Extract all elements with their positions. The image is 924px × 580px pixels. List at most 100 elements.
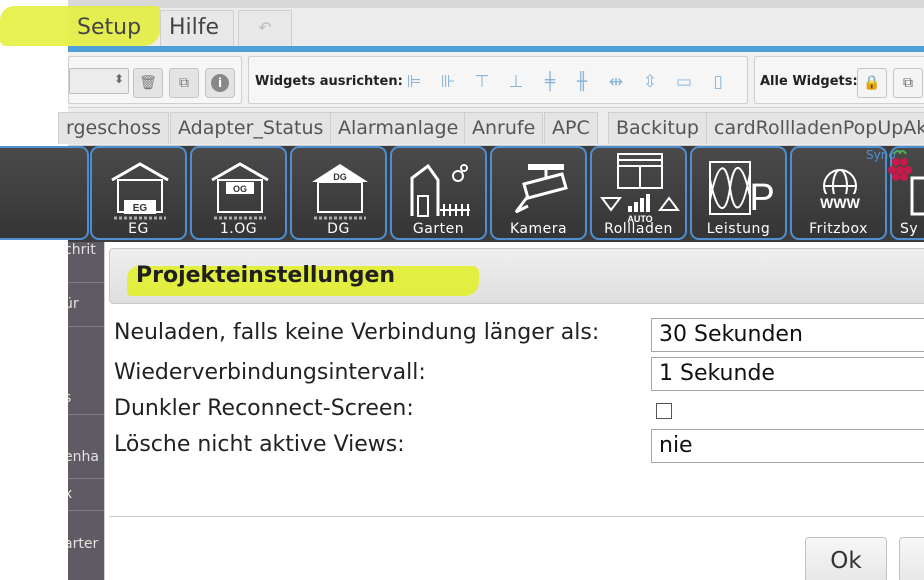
same-height-icon[interactable]: ▯ <box>707 71 729 93</box>
tile-label: EG <box>128 221 149 237</box>
toolbar-group-views: ⬍ 🗑 ⧉ i <box>68 56 242 104</box>
delete-views-select[interactable]: nie <box>651 429 924 463</box>
view-tabs: rgeschoss Adapter_Status Alarmanlage Anr… <box>58 108 924 146</box>
align-bottom-icon[interactable]: ⊥ <box>505 71 527 93</box>
left-margin <box>0 0 68 580</box>
undo-button[interactable]: ↶ <box>238 10 292 46</box>
delete-icon: 🗑 <box>139 75 157 91</box>
tab-label: Anrufe <box>472 117 536 139</box>
align-right-icon[interactable]: ⊪ <box>437 71 459 93</box>
reload-timeout-value: 30 Sekunden <box>659 322 803 347</box>
tile-label: Rollladen <box>604 221 673 237</box>
reload-timeout-select[interactable]: 30 Sekunden <box>651 318 924 352</box>
sidebar: chrit ür s enha x arter <box>68 242 104 580</box>
camera-icon <box>514 164 568 214</box>
view-select[interactable]: ⬍ <box>69 68 129 94</box>
power-icon: P <box>709 161 775 219</box>
tab-view-3[interactable]: Anrufe <box>464 112 544 144</box>
lock-widgets-button[interactable]: 🔒 <box>857 68 887 98</box>
copy-view-button[interactable]: ⧉ <box>169 68 199 98</box>
align-label: Widgets ausrichten: <box>255 74 403 89</box>
open-icon: ⧉ <box>903 75 913 91</box>
sidebar-divider <box>68 510 104 511</box>
dark-reconnect-checkbox[interactable] <box>656 403 672 419</box>
align-center-v-icon[interactable]: ╫ <box>571 71 593 93</box>
p-letter: P <box>749 177 774 219</box>
nav-tile-kamera[interactable]: Kamera <box>490 146 587 240</box>
tab-view-1[interactable]: Adapter_Status <box>170 112 332 144</box>
align-left-icon[interactable]: ⊫ <box>403 71 425 93</box>
nav-tile-garten[interactable]: Garten <box>390 146 487 240</box>
tab-view-2[interactable]: Alarmanlage <box>330 112 467 144</box>
distribute-h-icon[interactable]: ⇹ <box>605 71 627 93</box>
menu-hilfe-label: Hilfe <box>169 15 220 40</box>
delete-views-label: Lösche nicht aktive Views: <box>114 432 405 457</box>
sidebar-item-5[interactable]: arter <box>68 536 104 552</box>
tab-label: Alarmanlage <box>338 117 459 139</box>
nav-tile-dg[interactable]: DG DG <box>290 146 387 240</box>
tab-label: rgeschoss <box>66 117 162 139</box>
sidebar-divider <box>68 414 104 415</box>
nav-tile-rollladen[interactable]: AUTO Rollladen <box>590 146 687 240</box>
tile-label: Garten <box>412 221 465 237</box>
info-button[interactable]: i <box>205 68 235 98</box>
distribute-v-icon[interactable]: ⇳ <box>639 71 661 93</box>
tab-view-6[interactable]: cardRollladenPopUpAk <box>706 112 924 144</box>
dark-reconnect-label: Dunkler Reconnect-Screen: <box>114 396 414 421</box>
tab-view-5[interactable]: Backitup <box>608 112 707 144</box>
undo-icon: ↶ <box>258 18 272 37</box>
tile-label: Sy <box>900 221 919 237</box>
nav-tile-1og[interactable]: OG 1.OG <box>190 146 287 240</box>
same-width-icon[interactable]: ▭ <box>673 71 695 93</box>
sidebar-item-label: chrit <box>68 242 96 258</box>
lock-icon: 🔒 <box>863 75 881 91</box>
tile-label: 1.OG <box>219 221 258 237</box>
tab-view-4[interactable]: APC <box>544 112 598 144</box>
toolbar-group-all-widgets: Alle Widgets: 🔒 ⧉ <box>754 56 924 104</box>
sidebar-item-label: enha <box>68 449 99 465</box>
menu-hilfe[interactable]: Hilfe <box>160 10 234 46</box>
info-icon: i <box>211 74 229 92</box>
menu-top-line <box>68 0 924 8</box>
tab-view-0[interactable]: rgeschoss <box>58 112 170 144</box>
tab-label: Backitup <box>616 117 699 139</box>
house-og-icon: OG <box>211 162 269 220</box>
open-widgets-button[interactable]: ⧉ <box>893 68 923 98</box>
sidebar-item-label: arter <box>68 536 99 552</box>
page: Setup Hilfe ↶ ⬍ 🗑 ⧉ i Widgets ausrichten… <box>0 0 924 580</box>
select-arrow-icon: ⬍ <box>113 72 124 86</box>
shutter-icon: AUTO <box>600 153 680 222</box>
nav-tile-prev[interactable] <box>0 146 89 240</box>
sidebar-item-0[interactable]: chrit <box>68 242 104 258</box>
toolbar-group-align: Widgets ausrichten: ⊫ ⊪ ⊤ ⊥ ╪ ╫ ⇹ ⇳ ▭ ▯ <box>248 56 748 104</box>
reconnect-interval-value: 1 Sekunde <box>659 361 775 386</box>
house-eg-icon: EG <box>111 162 169 220</box>
ok-label: Ok <box>830 548 862 574</box>
align-center-h-icon[interactable]: ╪ <box>539 71 561 93</box>
sidebar-item-1[interactable]: ür <box>68 296 104 312</box>
reload-timeout-label: Neuladen, falls keine Verbindung länger … <box>114 320 600 345</box>
align-top-icon[interactable]: ⊤ <box>471 71 493 93</box>
copy-icon: ⧉ <box>179 75 189 91</box>
tile-label: DG <box>327 221 350 237</box>
nav-tile-leistung[interactable]: P Leistung <box>690 146 787 240</box>
delete-view-button[interactable]: 🗑 <box>133 68 163 98</box>
sidebar-item-3[interactable]: enha <box>68 449 104 465</box>
sidebar-item-label: s <box>68 390 71 406</box>
dg-sign: DG <box>333 172 347 182</box>
ok-button[interactable]: Ok <box>805 537 887 580</box>
reconnect-interval-label: Wiederverbindungsintervall: <box>114 360 426 385</box>
sidebar-item-2[interactable]: s <box>68 390 104 406</box>
sidebar-item-label: x <box>68 486 73 502</box>
sidebar-item-4[interactable]: x <box>68 486 104 502</box>
eg-sign: EG <box>133 203 148 214</box>
reconnect-interval-select[interactable]: 1 Sekunde <box>651 357 924 391</box>
cancel-button[interactable] <box>899 537 924 580</box>
raspberry-pi-icon <box>888 150 912 181</box>
project-settings-dialog: Projekteinstellungen Neuladen, falls kei… <box>104 242 924 580</box>
dialog-divider <box>109 516 924 517</box>
sidebar-item-label: ür <box>68 296 79 312</box>
menu-setup[interactable]: Setup <box>68 10 154 46</box>
tab-label: Adapter_Status <box>178 117 324 139</box>
nav-tile-eg[interactable]: EG EG <box>90 146 187 240</box>
